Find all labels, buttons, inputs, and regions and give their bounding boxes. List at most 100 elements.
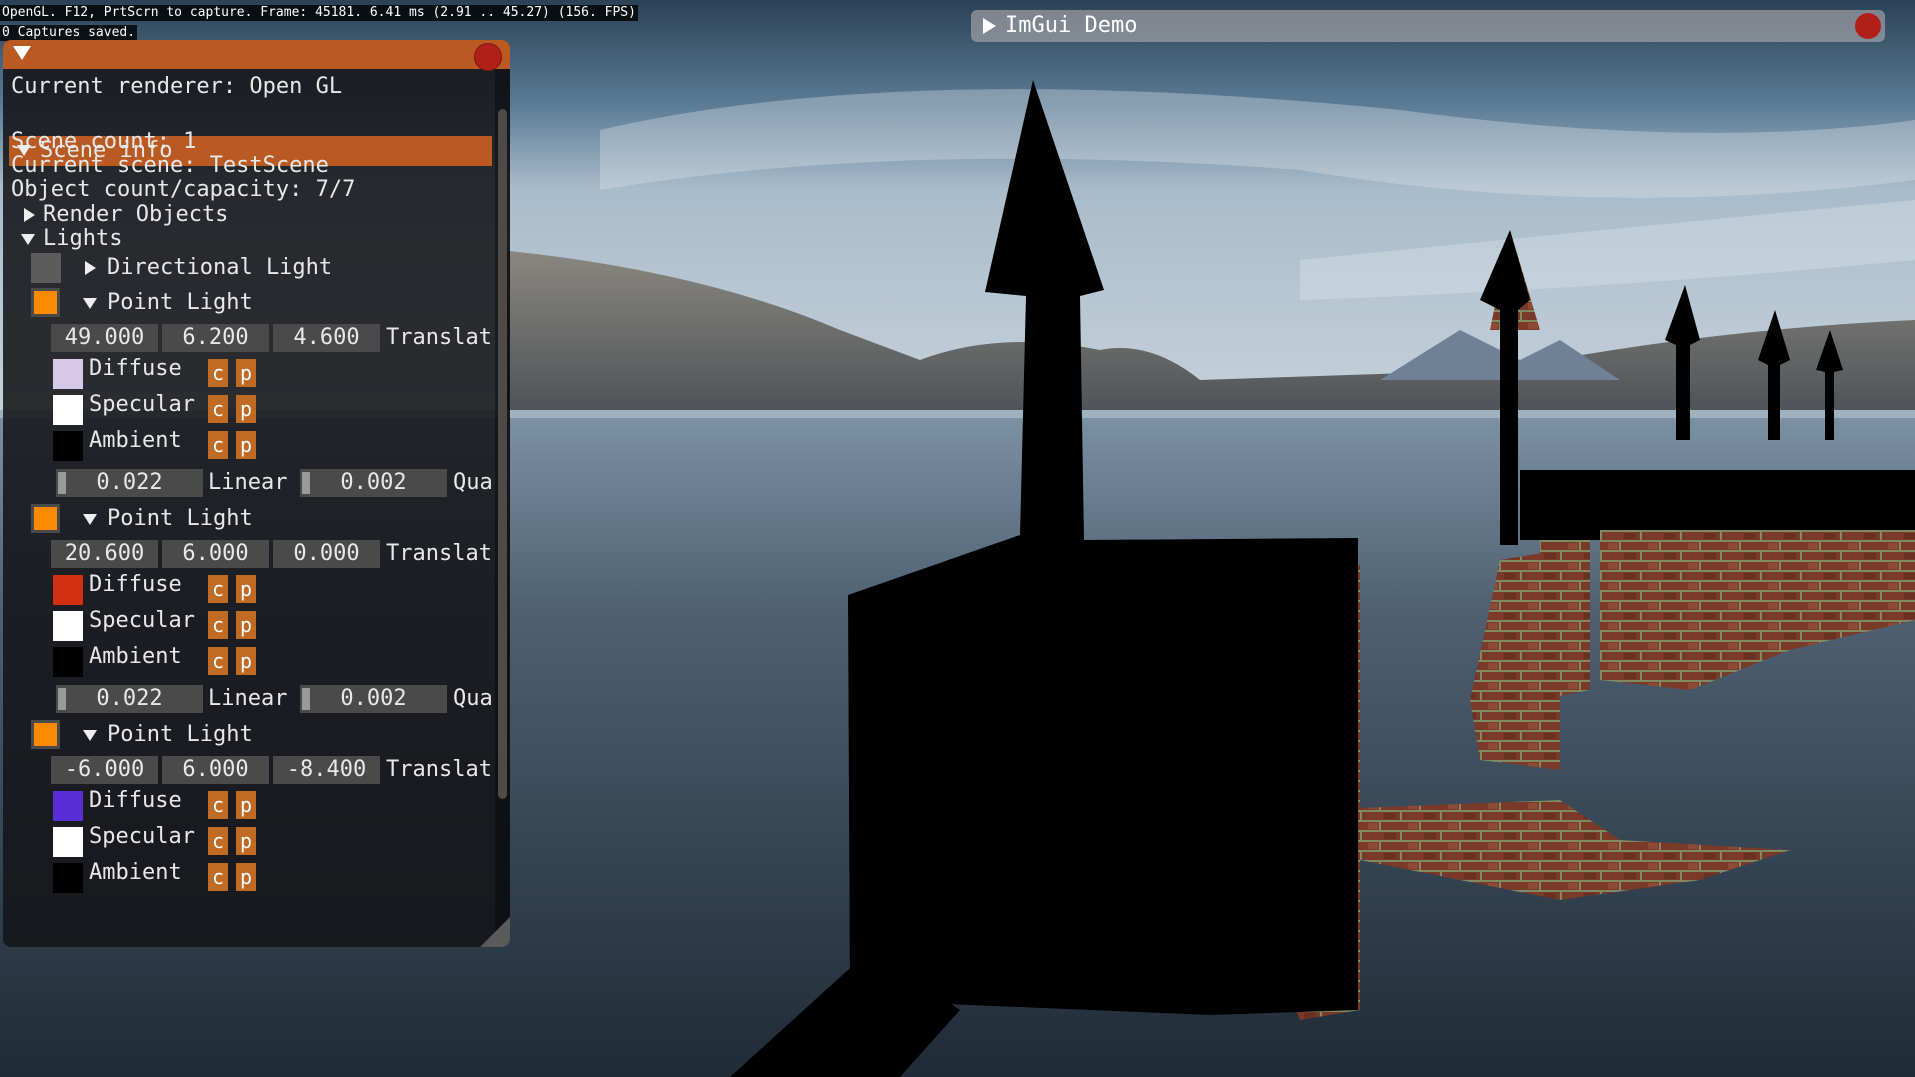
inspector-title-bar[interactable] bbox=[3, 40, 510, 71]
copy-button[interactable]: c bbox=[208, 791, 228, 819]
diffuse-color-swatch[interactable] bbox=[53, 791, 83, 821]
close-icon[interactable] bbox=[1855, 13, 1881, 39]
linear-label: Linear bbox=[208, 470, 288, 495]
copy-button[interactable]: c bbox=[208, 827, 228, 855]
point-light-node[interactable]: Point Light bbox=[79, 289, 479, 317]
specular-color-swatch[interactable] bbox=[53, 395, 83, 425]
copy-button[interactable]: c bbox=[208, 863, 228, 891]
collapsed-arrow-icon bbox=[24, 208, 35, 222]
collapse-arrow-icon[interactable] bbox=[13, 46, 31, 60]
point-light-swatch[interactable] bbox=[31, 720, 60, 749]
paste-button[interactable]: p bbox=[236, 827, 256, 855]
diffuse-label: Diffuse bbox=[89, 788, 182, 813]
slider-grab-handle[interactable] bbox=[302, 472, 310, 494]
ambient-color-swatch[interactable] bbox=[53, 863, 83, 893]
point-light-node[interactable]: Point Light bbox=[79, 721, 479, 749]
paste-button[interactable]: p bbox=[236, 611, 256, 639]
linear-label: Linear bbox=[208, 686, 288, 711]
point-light-label: Point Light bbox=[107, 722, 253, 747]
translate-label: Translat bbox=[386, 541, 492, 566]
point-light-swatch[interactable] bbox=[31, 504, 60, 533]
linear-value: 0.022 bbox=[96, 470, 163, 495]
ambient-label: Ambient bbox=[89, 644, 182, 669]
renderer-label: Current renderer: Open GL bbox=[11, 74, 343, 99]
linear-value: 0.022 bbox=[96, 686, 163, 711]
collapsed-arrow-icon bbox=[85, 261, 96, 275]
translate-y-field[interactable]: 6.000 bbox=[162, 540, 269, 568]
paste-button[interactable]: p bbox=[236, 395, 256, 423]
point-light-node[interactable]: Point Light bbox=[79, 505, 479, 533]
inspector-body: Current renderer: Open GL Scene info Sce… bbox=[3, 69, 495, 947]
quadratic-label: Qua bbox=[453, 470, 493, 495]
expand-arrow-icon[interactable] bbox=[983, 18, 996, 34]
translate-y-field[interactable]: 6.000 bbox=[162, 756, 269, 784]
lights-label: Lights bbox=[43, 226, 123, 251]
diffuse-label: Diffuse bbox=[89, 572, 182, 597]
translate-z-field[interactable]: -8.400 bbox=[273, 756, 380, 784]
inspector-scrollbar[interactable] bbox=[495, 69, 510, 947]
quadratic-value: 0.002 bbox=[340, 470, 407, 495]
expanded-arrow-icon bbox=[83, 298, 97, 309]
expanded-arrow-icon bbox=[83, 730, 97, 741]
translate-y-field[interactable]: 6.200 bbox=[162, 324, 269, 352]
paste-button[interactable]: p bbox=[236, 791, 256, 819]
paste-button[interactable]: p bbox=[236, 863, 256, 891]
quadratic-slider[interactable]: 0.002 bbox=[300, 469, 447, 497]
paste-button[interactable]: p bbox=[236, 359, 256, 387]
paste-button[interactable]: p bbox=[236, 575, 256, 603]
linear-slider[interactable]: 0.022 bbox=[56, 685, 203, 713]
linear-slider[interactable]: 0.022 bbox=[56, 469, 203, 497]
scroll-thumb[interactable] bbox=[498, 109, 507, 799]
diffuse-label: Diffuse bbox=[89, 356, 182, 381]
paste-button[interactable]: p bbox=[236, 431, 256, 459]
diffuse-color-swatch[interactable] bbox=[53, 575, 83, 605]
copy-button[interactable]: c bbox=[208, 647, 228, 675]
object-count: Object count/capacity: 7/7 bbox=[11, 177, 356, 202]
quadratic-label: Qua bbox=[453, 686, 493, 711]
point-light-label: Point Light bbox=[107, 506, 253, 531]
ambient-color-swatch[interactable] bbox=[53, 647, 83, 677]
specular-color-swatch[interactable] bbox=[53, 611, 83, 641]
point-light-swatch[interactable] bbox=[31, 288, 60, 317]
demo-window-title: ImGui Demo bbox=[1005, 13, 1138, 38]
ambient-color-swatch[interactable] bbox=[53, 431, 83, 461]
specular-label: Specular bbox=[89, 824, 195, 849]
close-icon[interactable] bbox=[474, 43, 502, 71]
specular-label: Specular bbox=[89, 608, 195, 633]
translate-label: Translat bbox=[386, 325, 492, 350]
lights-node[interactable]: Lights bbox=[3, 225, 483, 253]
slider-grab-handle[interactable] bbox=[58, 688, 66, 710]
translate-z-field[interactable]: 4.600 bbox=[273, 324, 380, 352]
translate-z-field[interactable]: 0.000 bbox=[273, 540, 380, 568]
expanded-arrow-icon bbox=[21, 234, 35, 245]
slider-grab-handle[interactable] bbox=[302, 688, 310, 710]
copy-button[interactable]: c bbox=[208, 395, 228, 423]
specular-color-swatch[interactable] bbox=[53, 827, 83, 857]
translate-x-field[interactable]: -6.000 bbox=[51, 756, 158, 784]
diffuse-color-swatch[interactable] bbox=[53, 359, 83, 389]
translate-x-field[interactable]: 49.000 bbox=[51, 324, 158, 352]
resize-grip-icon[interactable] bbox=[480, 917, 510, 947]
paste-button[interactable]: p bbox=[236, 647, 256, 675]
captures-overlay: 0 Captures saved. bbox=[0, 25, 138, 41]
copy-button[interactable]: c bbox=[208, 611, 228, 639]
scene-inspector-window[interactable]: Current renderer: Open GL Scene info Sce… bbox=[3, 40, 510, 947]
ambient-label: Ambient bbox=[89, 428, 182, 453]
status-overlay: OpenGL. F12, PrtScrn to capture. Frame: … bbox=[0, 5, 638, 21]
point-light-label: Point Light bbox=[107, 290, 253, 315]
copy-button[interactable]: c bbox=[208, 575, 228, 603]
translate-x-field[interactable]: 20.600 bbox=[51, 540, 158, 568]
ambient-label: Ambient bbox=[89, 860, 182, 885]
directional-light-swatch[interactable] bbox=[31, 253, 61, 283]
directional-light-node[interactable]: Directional Light bbox=[79, 254, 479, 282]
specular-label: Specular bbox=[89, 392, 195, 417]
directional-light-label: Directional Light bbox=[107, 255, 333, 280]
imgui-demo-window[interactable]: ImGui Demo bbox=[971, 10, 1885, 42]
copy-button[interactable]: c bbox=[208, 431, 228, 459]
translate-label: Translat bbox=[386, 757, 492, 782]
quadratic-value: 0.002 bbox=[340, 686, 407, 711]
copy-button[interactable]: c bbox=[208, 359, 228, 387]
quadratic-slider[interactable]: 0.002 bbox=[300, 685, 447, 713]
expanded-arrow-icon bbox=[83, 514, 97, 525]
slider-grab-handle[interactable] bbox=[58, 472, 66, 494]
